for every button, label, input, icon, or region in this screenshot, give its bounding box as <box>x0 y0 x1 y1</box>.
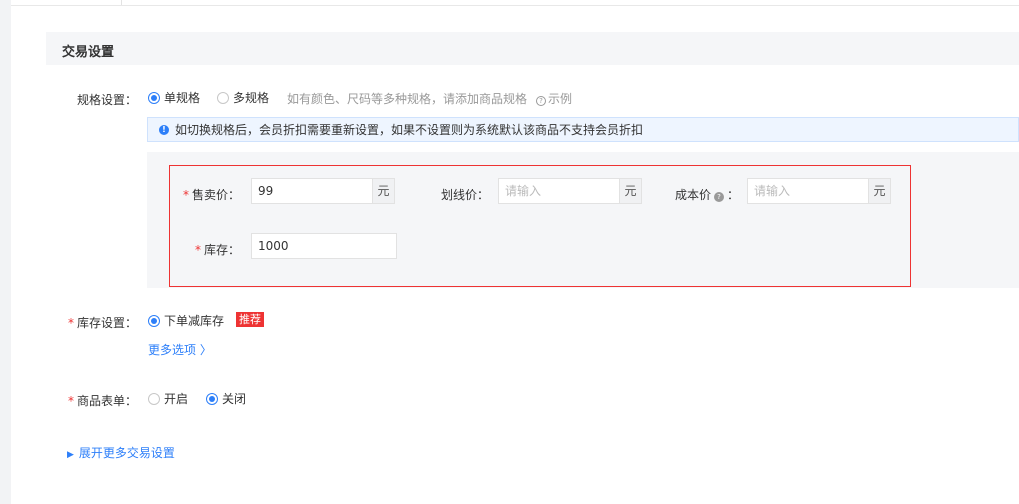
radio-checked-icon <box>148 314 160 327</box>
original-price-input-group: 元 <box>498 178 642 204</box>
price-label: * 售卖价： <box>183 188 241 202</box>
required-mark: * <box>183 188 189 202</box>
cost-price-input-group: 元 <box>747 178 891 204</box>
section-header: 交易设置 <box>46 32 1019 65</box>
form-off-label: 关闭 <box>222 392 247 406</box>
help-circle-icon: ? <box>536 96 546 106</box>
original-price-input[interactable] <box>498 178 620 204</box>
inventory-label: * 库存设置： <box>67 316 137 330</box>
example-link[interactable]: ? 示例 <box>536 90 572 107</box>
more-options-link[interactable]: 更多选项 〉 <box>148 341 212 358</box>
inventory-order-label: 下单减库存 <box>164 314 225 328</box>
form-on-label: 开启 <box>164 392 189 406</box>
required-mark: * <box>67 394 74 408</box>
trade-settings-card: 交易设置 规格设置： 单规格 多规格 如有颜色、尺码等多种规格，请添加商品规格 … <box>11 0 1019 504</box>
stock-input-group <box>251 233 397 259</box>
radio-unchecked-icon <box>217 91 229 104</box>
stock-label: * 库存： <box>195 243 241 257</box>
required-mark: * <box>67 316 74 330</box>
spec-single-label: 单规格 <box>164 91 201 105</box>
original-price-unit: 元 <box>620 178 642 204</box>
info-notice-text: 如切换规格后，会员折扣需要重新设置，如果不设置则为系统默认该商品不支持会员折扣 <box>175 123 644 137</box>
expand-more-link[interactable]: ▶ 展开更多交易设置 <box>67 444 175 461</box>
info-icon: ! <box>159 124 169 135</box>
spec-fields-box: *售卖价： 元 划线价： 元 成本价?： 元 *库存： <box>169 165 911 287</box>
question-icon[interactable]: ? <box>714 192 725 202</box>
info-notice: ! 如切换规格后，会员折扣需要重新设置，如果不设置则为系统默认该商品不支持会员折… <box>147 117 1019 142</box>
cost-price-unit: 元 <box>869 178 891 204</box>
spec-hint: 如有颜色、尺码等多种规格，请添加商品规格 <box>287 92 528 106</box>
price-unit: 元 <box>373 178 395 204</box>
recommend-badge: 推荐 <box>236 312 264 327</box>
form-on-radio[interactable]: 开启 <box>148 390 188 407</box>
spec-label: 规格设置： <box>76 93 137 107</box>
cost-price-input[interactable] <box>747 178 869 204</box>
caret-right-icon: ▶ <box>67 450 74 460</box>
inventory-order-radio[interactable]: 下单减库存 <box>148 312 224 329</box>
original-price-label: 划线价： <box>441 188 490 202</box>
price-input-group: 元 <box>251 178 395 204</box>
radio-checked-icon <box>206 392 218 405</box>
top-tab-divider <box>121 0 122 5</box>
cost-price-label: 成本价?： <box>675 188 740 202</box>
radio-checked-icon <box>148 91 160 104</box>
spec-multi-label: 多规格 <box>233 91 270 105</box>
form-off-radio[interactable]: 关闭 <box>206 390 246 407</box>
example-label: 示例 <box>548 92 573 106</box>
price-input[interactable] <box>251 178 373 204</box>
radio-unchecked-icon <box>148 392 160 405</box>
spec-multi-radio[interactable]: 多规格 <box>217 89 269 106</box>
section-title: 交易设置 <box>62 45 115 60</box>
required-mark: * <box>195 243 201 257</box>
spec-single-radio[interactable]: 单规格 <box>148 89 200 106</box>
form-label: * 商品表单： <box>67 394 137 408</box>
top-divider <box>11 5 1019 6</box>
stock-input[interactable] <box>251 233 397 259</box>
